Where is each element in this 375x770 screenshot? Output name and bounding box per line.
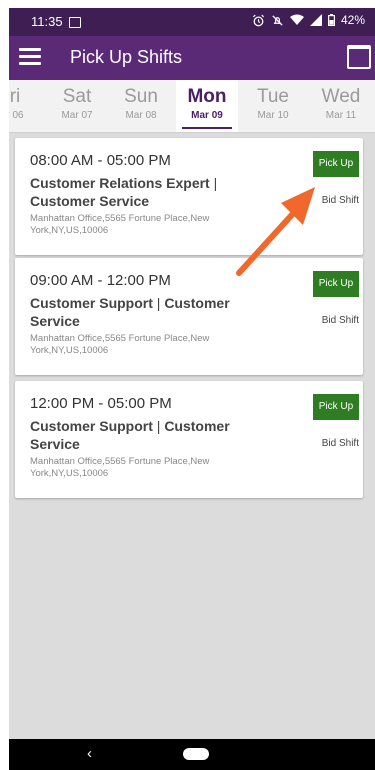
day-name: Sat <box>62 86 92 107</box>
mute-icon <box>272 14 283 26</box>
status-bar: 11:35 42% <box>9 8 375 36</box>
shift-role: Customer Support | Customer Service <box>30 294 255 330</box>
bid-shift-link[interactable]: Bid Shift <box>322 195 359 206</box>
home-pill-icon[interactable] <box>183 748 209 760</box>
day-date: Mar 07 <box>61 110 93 121</box>
signal-icon <box>309 14 322 26</box>
phone-screen: 11:35 42% Pick Up Shifts ri r 06 Sat Mar… <box>9 8 375 770</box>
shift-address: Manhattan Office,5565 Fortune Place,New … <box>30 333 210 356</box>
menu-icon[interactable] <box>19 48 41 66</box>
shift-address: Manhattan Office,5565 Fortune Place,New … <box>30 213 210 236</box>
shift-card: 08:00 AM - 05:00 PM Customer Relations E… <box>15 138 363 255</box>
shift-time: 08:00 AM - 05:00 PM <box>30 152 171 169</box>
shift-department: Customer Service <box>30 193 150 209</box>
page-title: Pick Up Shifts <box>70 47 183 67</box>
day-sat[interactable]: Sat Mar 07 <box>49 80 105 132</box>
role-separator: | <box>152 295 165 311</box>
wifi-icon <box>289 14 304 25</box>
day-sun[interactable]: Sun Mar 08 <box>113 80 169 132</box>
notification-icon <box>69 17 81 28</box>
day-name: ri <box>9 86 21 107</box>
bid-shift-link[interactable]: Bid Shift <box>322 315 359 326</box>
shift-address: Manhattan Office,5565 Fortune Place,New … <box>30 456 210 479</box>
pick-up-button[interactable]: Pick Up <box>313 271 359 297</box>
day-name: Sun <box>124 86 158 107</box>
day-tue[interactable]: Tue Mar 10 <box>245 80 301 132</box>
day-mon-selected[interactable]: Mon Mar 09 <box>176 80 238 132</box>
shift-card: 09:00 AM - 12:00 PM Customer Support | C… <box>15 258 363 375</box>
role-separator: | <box>152 418 165 434</box>
day-wed[interactable]: Wed Mar 11 <box>312 80 370 132</box>
app-bar: Pick Up Shifts <box>9 36 375 80</box>
selected-indicator <box>182 127 232 129</box>
alarm-icon <box>252 14 264 26</box>
bid-shift-link[interactable]: Bid Shift <box>322 438 359 449</box>
day-date: r 06 <box>9 110 24 121</box>
shift-card: 12:00 PM - 05:00 PM Customer Support | C… <box>15 381 363 498</box>
shift-time: 12:00 PM - 05:00 PM <box>30 395 172 412</box>
shift-time: 09:00 AM - 12:00 PM <box>30 272 171 289</box>
status-icons: 42% <box>252 13 365 27</box>
calendar-icon[interactable] <box>347 45 371 69</box>
battery-icon <box>327 14 335 26</box>
day-date: Mar 11 <box>325 110 357 121</box>
role-separator: | <box>209 175 218 191</box>
shift-position: Customer Relations Expert <box>30 175 210 191</box>
navigation-bar: ‹ <box>9 739 375 770</box>
pick-up-button[interactable]: Pick Up <box>313 394 359 420</box>
day-date: Mar 08 <box>125 110 157 121</box>
back-icon[interactable]: ‹ <box>87 745 92 762</box>
day-date: Mar 09 <box>191 110 223 121</box>
day-fri[interactable]: ri r 06 <box>9 80 33 132</box>
day-name: Wed <box>321 86 361 107</box>
day-name: Mon <box>187 86 227 107</box>
shift-role: Customer Support | Customer Service <box>30 417 255 453</box>
status-time: 11:35 <box>31 14 63 29</box>
day-name: Tue <box>256 86 290 107</box>
battery-percent: 42% <box>340 13 365 27</box>
day-date: Mar 10 <box>257 110 289 121</box>
pick-up-button[interactable]: Pick Up <box>313 151 359 177</box>
shift-role: Customer Relations Expert | Customer Ser… <box>30 174 255 210</box>
shift-position: Customer Support <box>30 418 153 434</box>
shift-position: Customer Support <box>30 295 153 311</box>
day-selector: ri r 06 Sat Mar 07 Sun Mar 08 Mon Mar 09… <box>9 80 375 133</box>
